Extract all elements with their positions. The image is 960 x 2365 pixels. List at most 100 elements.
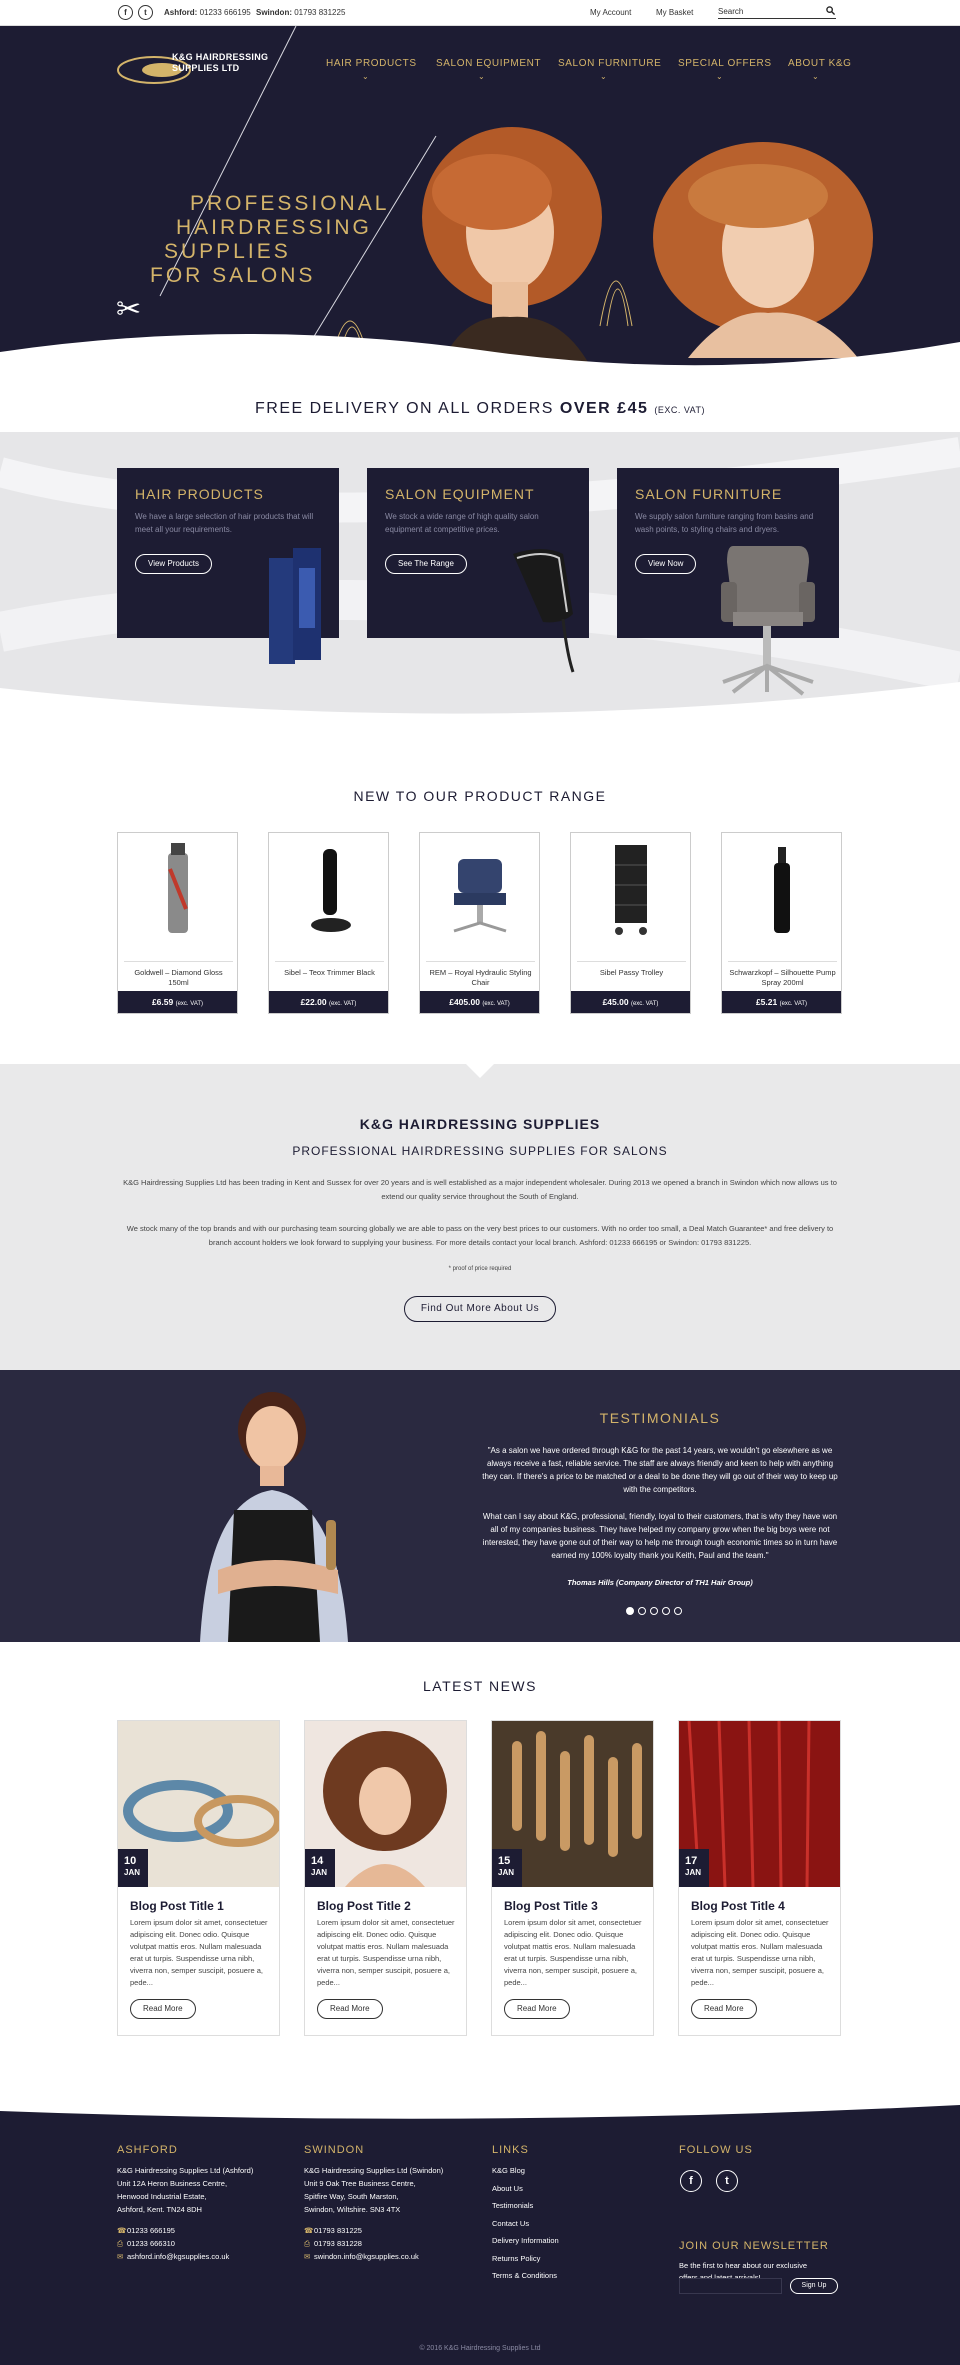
nav-salon-equipment[interactable]: SALON EQUIPMENT [436,58,541,69]
read-more-button[interactable]: Read More [317,1999,383,2019]
logo-line-1: K&G HAIRDRESSING [172,52,269,62]
ashford-phone: 01233 666195 [199,8,251,17]
find-out-more-button[interactable]: Find Out More About Us [404,1296,556,1322]
my-basket-link[interactable]: My Basket [656,8,693,17]
product-card[interactable]: Sibel Passy Trolley £45.00 (exc. VAT) [570,832,691,1014]
swindon-title: SWINDON [304,2144,365,2156]
address-line: Swindon, Wiltshire. SN3 4TX [304,2205,401,2214]
address-line: Henwood Industrial Estate, [117,2192,207,2201]
swindon-label: Swindon: [256,8,292,17]
nav-special-offers[interactable]: SPECIAL OFFERS [678,58,772,69]
category-card-salon-furniture[interactable]: SALON FURNITURE We supply salon furnitur… [617,468,839,696]
section-title: LATEST NEWS [422,1678,537,1694]
view-now-button[interactable]: View Now [635,554,697,574]
post-title[interactable]: Blog Post Title 3 [504,1899,598,1913]
facebook-icon[interactable]: f [680,2170,702,2192]
category-section: HAIR PRODUCTS We have a large selection … [0,432,960,738]
swindon-phone[interactable]: ☎01793 831225 [304,2224,443,2237]
product-card[interactable]: Schwarzkopf – Silhouette Pump Spray 200m… [721,832,842,1014]
about-paragraph-1: K&G Hairdressing Supplies Ltd has been t… [123,1178,837,1201]
about-section: K&G HAIRDRESSING SUPPLIES PROFESSIONAL H… [0,1064,960,1370]
post-month: JAN [311,1868,328,1877]
ashford-phone[interactable]: ☎01233 666195 [117,2224,253,2237]
swindon-email[interactable]: ✉ swindon.info@kgsupplies.co.uk [304,2250,443,2263]
nav-about[interactable]: ABOUT K&G [788,58,852,69]
price-value: £405.00 [449,997,480,1007]
facebook-icon[interactable]: f [118,5,133,20]
category-title: SALON FURNITURE [635,486,783,502]
blog-post-card[interactable]: 15 JAN Blog Post Title 3 Lorem ipsum dolo… [491,1720,654,2036]
post-month: JAN [498,1868,515,1877]
product-image-trimmer [311,849,351,932]
price-proof-note: * proof of price required [448,1266,512,1272]
address-line: Unit 12A Heron Business Centre, [117,2179,228,2188]
post-excerpt: Lorem ipsum dolor sit amet, consectetuer… [691,1918,829,1987]
top-bar: f t Ashford: 01233 666195 Swindon: 01793… [0,0,960,26]
nav-hair-products[interactable]: HAIR PRODUCTS [326,58,417,69]
blog-post-card[interactable]: 10 JAN Blog Post Title 1 Lorem ipsum dolo… [117,1720,280,2036]
fax-number: 01233 666310 [127,2239,175,2248]
slider-dot[interactable] [650,1607,658,1615]
newsletter-email-input[interactable] [679,2278,782,2294]
slider-dot[interactable] [674,1607,682,1615]
twitter-icon[interactable]: t [138,5,153,20]
ashford-address: K&G Hairdressing Supplies Ltd (Ashford) … [117,2164,253,2263]
search-input[interactable]: Search [718,6,836,19]
category-card-hair-products[interactable]: HAIR PRODUCTS We have a large selection … [117,468,339,664]
slider-dot[interactable] [626,1607,634,1615]
fax-icon: ⎙ [304,2239,310,2248]
post-title[interactable]: Blog Post Title 2 [317,1899,411,1913]
address-line: Spitfire Way, South Marston, [304,2192,399,2201]
slider-dot[interactable] [638,1607,646,1615]
product-card[interactable]: Goldwell – Diamond Gloss 150ml £6.59 (ex… [117,832,238,1014]
price-vat-note: (exc. VAT) [482,1001,510,1007]
section-title: NEW TO OUR PRODUCT RANGE [353,788,607,804]
read-more-button[interactable]: Read More [504,1999,570,2019]
section-notch [466,1064,494,1078]
product-name: REM – Royal Hydraulic Styling Chair [426,961,535,988]
post-day: 10 [124,1855,137,1867]
blog-post-card[interactable]: 17 JAN Blog Post Title 4 Lorem ipsum dolo… [678,1720,841,2036]
clipper-product-image [513,549,575,673]
post-title[interactable]: Blog Post Title 1 [130,1899,224,1913]
headline-line-3: SUPPLIES [164,240,291,263]
chevron-down-icon: ⌄ [812,72,819,81]
footer-link-terms[interactable]: Terms & Conditions [492,2267,559,2285]
about-paragraph-2: We stock many of the top brands and with… [126,1224,834,1247]
post-title[interactable]: Blog Post Title 4 [691,1899,785,1913]
product-card[interactable]: REM – Royal Hydraulic Styling Chair £405… [419,832,540,1014]
swindon-phone: 01793 831225 [294,8,346,17]
read-more-button[interactable]: Read More [691,1999,757,2019]
twitter-icon[interactable]: t [716,2170,738,2192]
free-delivery-banner: FREE DELIVERY ON ALL ORDERS OVER £45 (EX… [0,386,960,432]
footer-link-about[interactable]: About Us [492,2180,559,2198]
footer-link-contact[interactable]: Contact Us [492,2215,559,2233]
blog-post-card[interactable]: 14 JAN Blog Post Title 2 Lorem ipsum dolo… [304,1720,467,2036]
phone-icon: ☎ [117,2226,127,2235]
view-products-button[interactable]: View Products [135,554,212,574]
product-name: Goldwell – Diamond Gloss 150ml [124,961,233,988]
post-day: 15 [498,1855,511,1867]
footer-link-testimonials[interactable]: Testimonials [492,2197,559,2215]
category-description: We supply salon furniture ranging from b… [635,512,814,534]
see-the-range-button[interactable]: See The Range [385,554,467,574]
footer-link-blog[interactable]: K&G Blog [492,2162,559,2180]
ashford-email[interactable]: ✉ ashford.info@kgsupplies.co.uk [117,2250,253,2263]
product-price: £405.00 (exc. VAT) [420,991,539,1013]
product-card[interactable]: Sibel – Teox Trimmer Black £22.00 (exc. … [268,832,389,1014]
latest-news-section: LATEST NEWS 10 JAN Blog Post Title 1 Lore… [0,1642,960,2102]
footer-link-returns[interactable]: Returns Policy [492,2250,559,2268]
headline-line-2: HAIRDRESSING [176,216,372,239]
read-more-button[interactable]: Read More [130,1999,196,2019]
price-value: £45.00 [602,997,629,1007]
testimonial-quote-2: What can I say about K&G, professional, … [482,1512,838,1560]
search-icon[interactable] [826,6,835,15]
footer-link-delivery[interactable]: Delivery Information [492,2232,559,2250]
nav-salon-furniture[interactable]: SALON FURNITURE [558,58,661,69]
footer-links: K&G Blog About Us Testimonials Contact U… [492,2162,559,2285]
slider-dot[interactable] [662,1607,670,1615]
sign-up-button[interactable]: Sign Up [790,2278,838,2294]
my-account-link[interactable]: My Account [590,8,631,17]
product-price: £6.59 (exc. VAT) [118,991,237,1013]
category-card-salon-equipment[interactable]: SALON EQUIPMENT We stock a wide range of… [367,468,589,673]
